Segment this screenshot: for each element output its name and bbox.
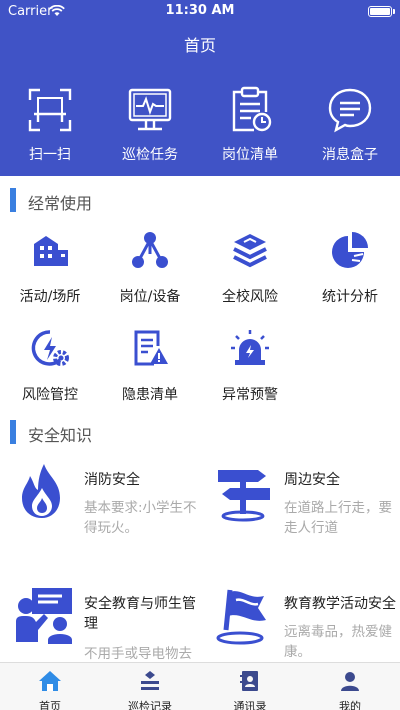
tab-bar: 首页 巡检记录 通讯录 我的: [0, 662, 400, 710]
tab-label: 巡检记录: [128, 700, 172, 710]
inspection-record-icon: [141, 671, 159, 690]
knowledge-card-education-management[interactable]: 安全教育与师生管理 不用手或导电物去: [6, 586, 202, 664]
tab-label: 首页: [39, 700, 61, 710]
fire-icon: [22, 464, 60, 518]
quick-action-label: 扫一扫: [29, 147, 71, 163]
quick-action-post-list[interactable]: 岗位清单: [200, 84, 300, 164]
card-title: 教育教学活动安全: [284, 596, 396, 612]
tab-home[interactable]: 首页: [0, 663, 100, 710]
grid-item-risk-control[interactable]: 风险管控: [0, 328, 100, 404]
layers-icon: [233, 234, 267, 268]
section-accent-bar: [10, 188, 16, 212]
message-icon: [328, 88, 372, 133]
monitor-icon: [128, 88, 172, 131]
grid-item-post-equipment[interactable]: 岗位/设备: [100, 230, 200, 306]
card-title: 消防安全: [84, 472, 140, 488]
signpost-icon: [218, 470, 270, 522]
network-icon: [132, 232, 168, 268]
quick-action-inspection[interactable]: 巡检任务: [100, 84, 200, 164]
quick-action-label: 消息盒子: [322, 147, 378, 163]
scan-icon: [28, 88, 72, 132]
header: Carrier 11:30 AM 首页 扫一扫 巡检任务 岗位清单 消息盒子: [0, 0, 400, 176]
risk-control-icon: [31, 330, 69, 366]
quick-action-label: 巡检任务: [122, 147, 178, 163]
card-description: 基本要求:小学生不得玩火。: [84, 500, 197, 536]
knowledge-card-surrounding-safety[interactable]: 周边安全 在道路上行走，要走人行道: [206, 462, 400, 572]
grid-item-school-risk[interactable]: 全校风险: [200, 230, 300, 306]
grid-item-label: 风险管控: [22, 387, 78, 403]
card-description: 在道路上行走，要走人行道: [284, 500, 392, 536]
knowledge-card-teaching-activity-safety[interactable]: 教育教学活动安全 远离毒品，热爱健康。: [206, 586, 400, 664]
battery-icon: [368, 6, 392, 17]
quick-action-label: 岗位清单: [222, 147, 278, 163]
card-description: 不用手或导电物去: [84, 646, 192, 662]
knowledge-card-fire-safety[interactable]: 消防安全 基本要求:小学生不得玩火。: [6, 462, 202, 572]
grid-item-label: 活动/场所: [19, 289, 81, 305]
tab-profile[interactable]: 我的: [300, 663, 400, 710]
card-title: 安全教育与师生管理: [84, 596, 196, 632]
section-title: 经常使用: [28, 194, 93, 213]
classroom-icon: [16, 588, 72, 644]
grid-item-abnormal-alert[interactable]: 异常预警: [200, 328, 300, 404]
card-description: 远离毒品，热爱健康。: [284, 624, 392, 660]
clock: 11:30 AM: [165, 3, 235, 18]
grid-item-label: 全校风险: [222, 289, 278, 305]
grid-item-activity-venue[interactable]: 活动/场所: [0, 230, 100, 306]
tab-inspection-record[interactable]: 巡检记录: [100, 663, 200, 710]
clipboard-icon: [232, 86, 272, 132]
home-icon: [39, 671, 61, 691]
quick-action-messages[interactable]: 消息盒子: [300, 84, 400, 164]
grid-item-hazard-list[interactable]: 隐患清单: [100, 328, 200, 404]
grid-item-label: 异常预警: [222, 387, 278, 403]
alarm-icon: [231, 330, 269, 365]
quick-action-scan[interactable]: 扫一扫: [0, 84, 100, 164]
section-title: 安全知识: [28, 426, 93, 445]
flag-icon: [216, 589, 266, 645]
grid-item-label: 统计分析: [322, 289, 378, 305]
hazard-list-icon: [134, 330, 168, 366]
status-bar: Carrier 11:30 AM: [0, 0, 400, 22]
card-title: 周边安全: [284, 472, 340, 488]
grid-item-label: 岗位/设备: [119, 289, 181, 305]
section-accent-bar: [10, 420, 16, 444]
building-icon: [34, 236, 68, 266]
tab-contacts[interactable]: 通讯录: [200, 663, 300, 710]
page-title: 首页: [183, 36, 216, 55]
contacts-icon: [240, 671, 258, 691]
grid-item-statistics[interactable]: 统计分析: [300, 230, 400, 306]
user-icon: [341, 672, 359, 691]
pie-chart-icon: [332, 232, 368, 268]
grid-item-label: 隐患清单: [122, 387, 178, 403]
tab-label: 我的: [339, 700, 361, 710]
tab-label: 通讯录: [233, 700, 267, 710]
